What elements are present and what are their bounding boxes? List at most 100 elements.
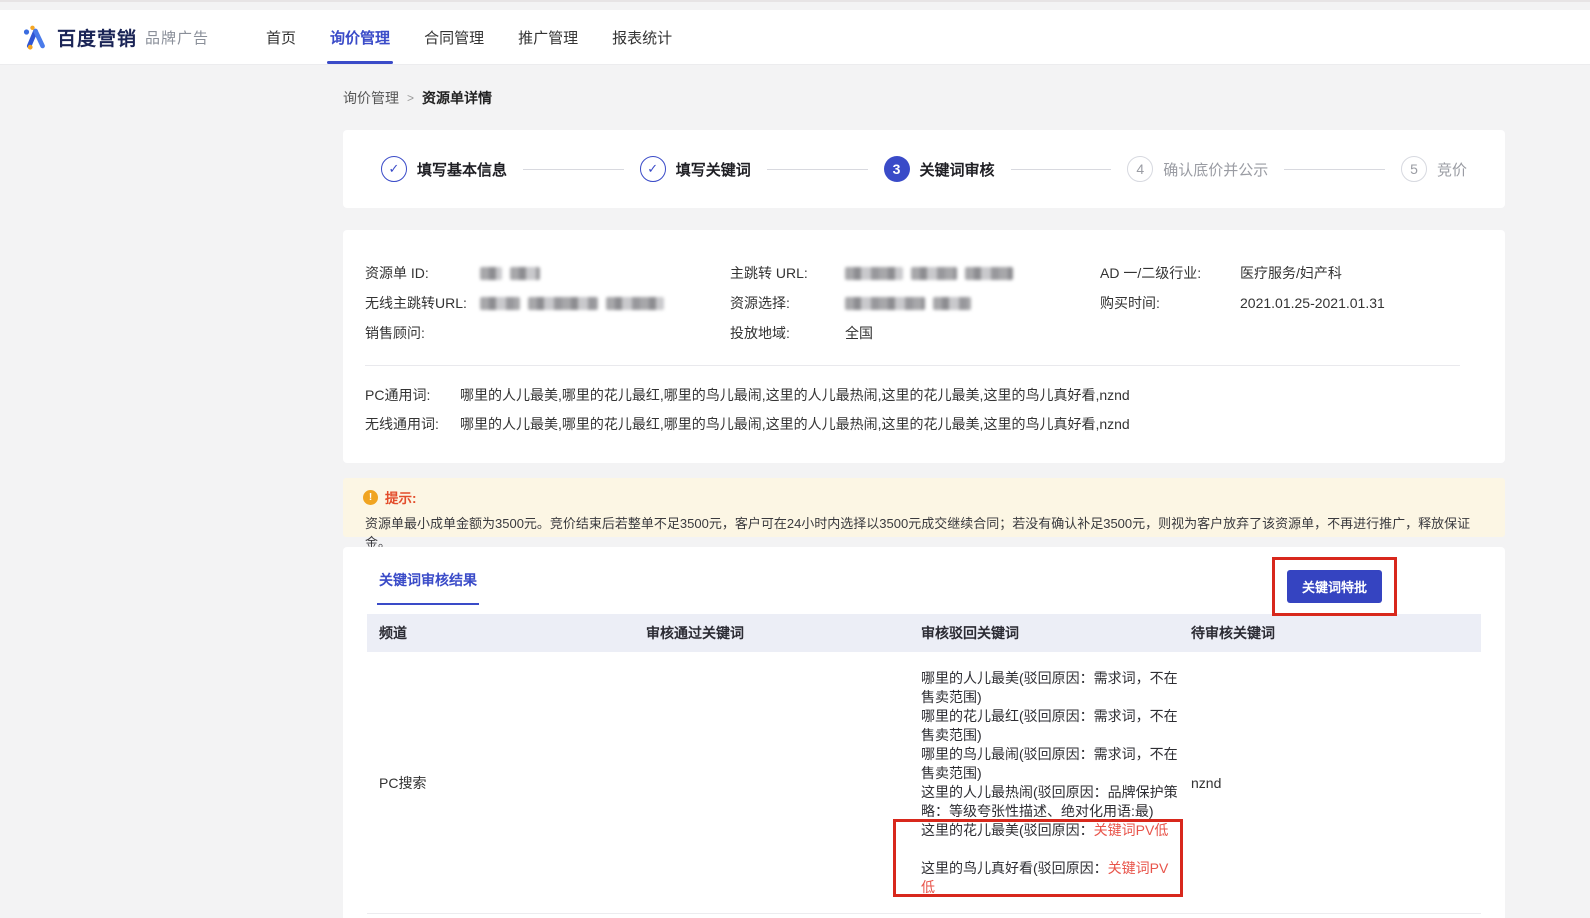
info-column-middle: 主跳转 URL: 资源选择: 投放地域: 全国 (730, 258, 1013, 348)
info-row-main-jump-url: 主跳转 URL: (730, 258, 1013, 288)
step-number: 4 (1127, 156, 1154, 182)
step-progress-bar: ✓ 填写基本信息 ✓ 填写关键词 3 关键词审核 4 确认底价并公示 5 竞价 (343, 130, 1505, 208)
field-label: AD 一/二级行业: (1100, 265, 1202, 281)
chevron-right-icon: > (407, 91, 415, 105)
page: 百度营销 品牌广告 首页 询价管理 合同管理 推广管理 报表统计 询价管理 > … (0, 0, 1590, 918)
info-row-wireless-jump-url: 无线主跳转URL: (365, 288, 664, 318)
tab-keyword-review-result[interactable]: 关键词审核结果 (377, 567, 479, 605)
cell-approved-keywords (634, 769, 909, 797)
column-header-channel: 频道 (379, 625, 407, 641)
pc-generic-keywords-row: PC通用词: 哪里的人儿最美,哪里的花儿最红,哪里的鸟儿最闹,这里的人儿最热闹,… (365, 380, 1475, 409)
step-label: 确认底价并公示 (1163, 161, 1269, 179)
nav-item-home[interactable]: 首页 (249, 10, 313, 64)
breadcrumb-current: 资源单详情 (422, 90, 493, 106)
field-label: 无线通用词: (365, 415, 439, 432)
breadcrumb-parent[interactable]: 询价管理 (343, 88, 399, 108)
table-header-row: 频道 审核通过关键词 审核驳回关键词 待审核关键词 (367, 614, 1481, 652)
nav-item-label: 合同管理 (424, 29, 485, 47)
tip-banner: ! 提示: 资源单最小成单金额为3500元。竞价结束后若整单不足3500元，客户… (343, 478, 1505, 550)
redacted-value (845, 266, 1013, 280)
step-4-confirm-floor-price: 4 确认底价并公示 (1127, 156, 1268, 182)
field-label: 主跳转 URL: (730, 265, 808, 281)
divider (365, 365, 1460, 366)
field-label: 投放地域: (730, 325, 790, 341)
info-row-ad-industry: AD 一/二级行业: 医疗服务/妇产科 (1100, 258, 1385, 288)
step-label: 关键词审核 (919, 161, 995, 179)
rejected-keywords-list: 哪里的人儿最美(驳回原因：需求词，不在售卖范围) 哪里的花儿最红(驳回原因：需求… (893, 669, 1183, 897)
step-label: 竞价 (1437, 161, 1468, 179)
generic-keywords-section: PC通用词: 哪里的人儿最美,哪里的花儿最红,哪里的鸟儿最闹,这里的人儿最热闹,… (365, 380, 1475, 438)
field-label: 无线主跳转URL: (365, 295, 467, 311)
tip-title: 提示: (385, 491, 417, 506)
cell-rejected-keywords: 哪里的人儿最美(驳回原因：需求词，不在售卖范围) 哪里的花儿最红(驳回原因：需求… (893, 652, 1183, 913)
rejected-keyword-text: 这里的鸟儿真好看(驳回原因： (921, 859, 1108, 876)
top-nav: 百度营销 品牌广告 首页 询价管理 合同管理 推广管理 报表统计 (0, 10, 1590, 64)
keyword-review-card: 关键词审核结果 关键词特批 频道 审核通过关键词 审核驳回关键词 待审核关键词 … (343, 547, 1505, 918)
brand-subtitle: 品牌广告 (145, 29, 210, 47)
rejected-keyword-text: 这里的人儿最热闹(驳回原因：品牌保护策略：等级夸张性描述、绝对化用语:最) (921, 783, 1178, 819)
redacted-value (480, 296, 664, 310)
cell-pending-keywords: nznd (1191, 774, 1222, 791)
nav-item-label: 报表统计 (612, 29, 673, 47)
rejected-keyword-text: 哪里的人儿最美(驳回原因：需求词，不在售卖范围) (921, 669, 1178, 705)
nav-item-promotion-management[interactable]: 推广管理 (501, 10, 595, 64)
nav-item-contract-management[interactable]: 合同管理 (407, 10, 501, 64)
main-content: 询价管理 > 资源单详情 ✓ 填写基本信息 ✓ 填写关键词 3 关键词审核 4 (343, 64, 1505, 918)
brand-name: 百度营销 (57, 28, 138, 50)
redacted-value (480, 266, 540, 280)
info-column-right: AD 一/二级行业: 医疗服务/妇产科 购买时间: 2021.01.25-202… (1100, 258, 1385, 318)
field-label: PC通用词: (365, 386, 431, 403)
rejected-keyword-entry: 哪里的花儿最红(驳回原因：需求词，不在售卖范围) (921, 707, 1179, 745)
step-label: 填写基本信息 (417, 161, 508, 179)
step-number: 5 (1401, 156, 1427, 182)
field-label: 购买时间: (1100, 295, 1160, 311)
step-5-bidding: 5 竞价 (1401, 156, 1467, 182)
field-value: 全国 (845, 325, 873, 341)
rejected-keyword-entry: 这里的人儿最热闹(驳回原因：品牌保护策略：等级夸张性描述、绝对化用语:最) (921, 783, 1179, 821)
tip-title-row: ! 提示: (363, 487, 1485, 507)
step-label: 填写关键词 (675, 161, 751, 179)
info-row-resource-id: 资源单 ID: (365, 258, 664, 288)
step-check-icon: ✓ (381, 156, 407, 182)
table-row: PC搜索 哪里的人儿最美(驳回原因：需求词，不在售卖范围) 哪里的花儿最红(驳回… (367, 652, 1481, 914)
alert-exclamation-icon: ! (363, 489, 378, 505)
rejected-keyword-text: 哪里的鸟儿最闹(驳回原因：需求词，不在售卖范围) (921, 745, 1178, 781)
rejected-keyword-text: 这里的花儿最美(驳回原因： (921, 821, 1094, 838)
info-row-sales-consultant: 销售顾问: (365, 318, 664, 348)
step-3-keyword-review: 3 关键词审核 (883, 156, 995, 182)
resource-order-info-card: 资源单 ID: 无线主跳转URL: 销售顾问: 主跳转 URL: 资源选择: 投… (343, 230, 1505, 463)
rejected-keyword-entry: 这里的鸟儿真好看(驳回原因：关键词PV低 (921, 859, 1179, 897)
field-value: 医疗服务/妇产科 (1240, 265, 1342, 281)
tip-body-text: 资源单最小成单金额为3500元。竞价结束后若整单不足3500元，客户可在24小时… (365, 516, 1471, 550)
rejected-keyword-entry: 这里的花儿最美(驳回原因：关键词PV低 (921, 821, 1179, 840)
redacted-value (845, 296, 971, 310)
nav-item-label: 询价管理 (330, 29, 391, 47)
step-number: 3 (883, 156, 910, 182)
step-connector (766, 168, 868, 170)
keyword-special-approval-button[interactable]: 关键词特批 (1286, 570, 1382, 603)
nav-item-label: 推广管理 (518, 29, 579, 47)
nav-menu: 首页 询价管理 合同管理 推广管理 报表统计 (249, 10, 689, 64)
breadcrumb: 询价管理 > 资源单详情 (343, 88, 1505, 108)
step-check-icon: ✓ (639, 156, 666, 182)
info-row-target-region: 投放地域: 全国 (730, 318, 1013, 348)
brand-logo[interactable]: 百度营销 品牌广告 (22, 24, 209, 51)
cell-channel: PC搜索 (379, 774, 427, 791)
info-column-left: 资源单 ID: 无线主跳转URL: 销售顾问: (365, 258, 664, 348)
nav-item-label: 首页 (266, 29, 297, 47)
field-label: 资源选择: (730, 295, 790, 311)
step-connector (1010, 168, 1112, 170)
field-value: 哪里的人儿最美,哪里的花儿最红,哪里的鸟儿最闹,这里的人儿最热闹,这里的花儿最美… (460, 415, 1130, 432)
step-1-basic-info: ✓ 填写基本信息 (381, 156, 507, 182)
column-header-rejected-keywords: 审核驳回关键词 (921, 625, 1019, 641)
nav-item-inquiry-management[interactable]: 询价管理 (313, 10, 407, 64)
step-connector (523, 168, 624, 170)
wireless-generic-keywords-row: 无线通用词: 哪里的人儿最美,哪里的花儿最红,哪里的鸟儿最闹,这里的人儿最热闹,… (365, 409, 1475, 438)
rejected-keyword-entry: 哪里的人儿最美(驳回原因：需求词，不在售卖范围) (921, 669, 1179, 707)
nav-item-report-statistics[interactable]: 报表统计 (595, 10, 689, 64)
baidu-marketing-logo-icon (23, 25, 45, 50)
column-header-approved-keywords: 审核通过关键词 (646, 625, 744, 641)
rejected-keyword-entry: 哪里的鸟儿最闹(驳回原因：需求词，不在售卖范围) (921, 745, 1179, 783)
info-row-purchase-time: 购买时间: 2021.01.25-2021.01.31 (1100, 288, 1385, 318)
red-annotation-box-button: 关键词特批 (1271, 557, 1397, 616)
